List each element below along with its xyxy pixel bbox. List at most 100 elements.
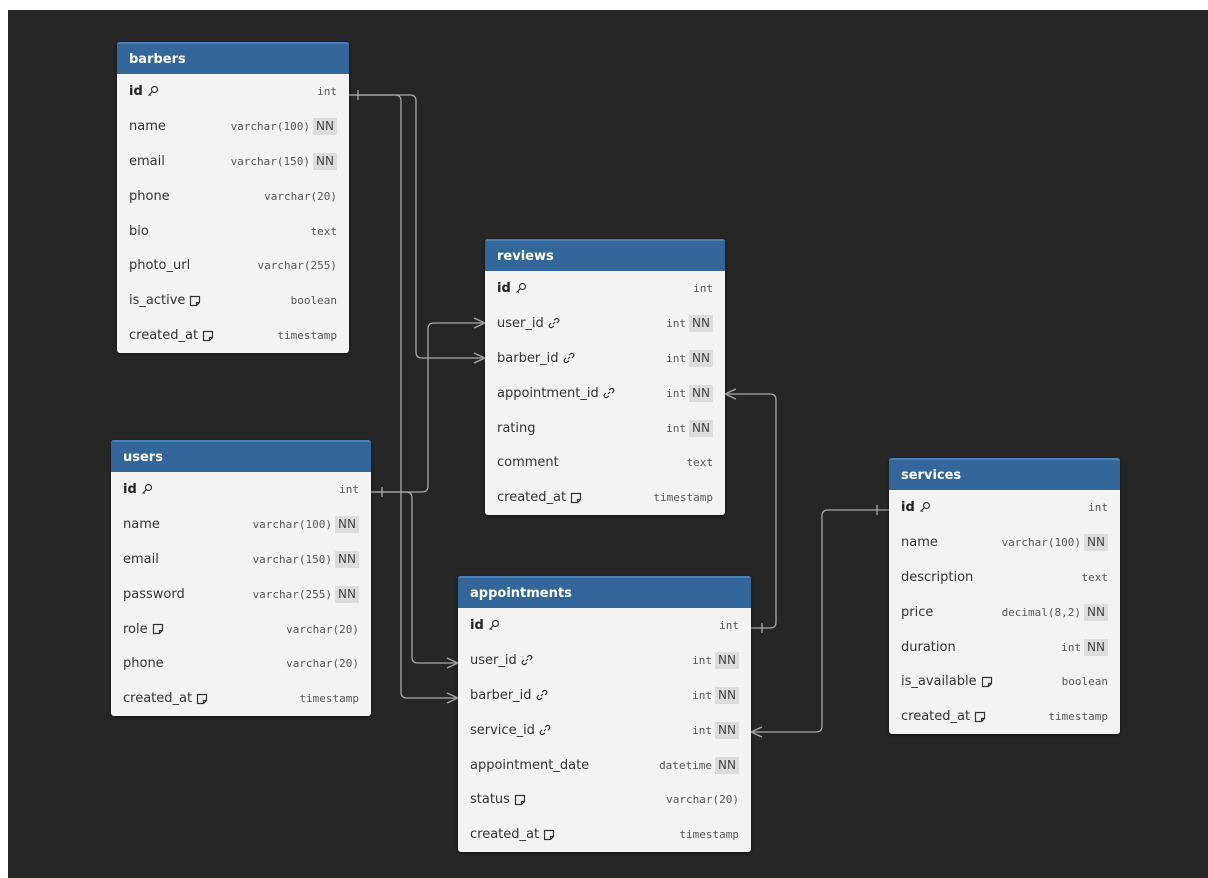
column-row-services-is_available[interactable]: is_available boolean bbox=[889, 664, 1120, 699]
not-null-badge: NN bbox=[1084, 638, 1108, 656]
link-icon bbox=[521, 654, 533, 666]
table-appointments[interactable]: appointments id int user_id int NN barber_id in… bbox=[458, 576, 751, 853]
column-type: varchar(20) bbox=[264, 189, 337, 203]
column-row-barbers-bio[interactable]: bio text bbox=[117, 214, 349, 249]
column-row-appointments-service_id[interactable]: service_id int NN bbox=[458, 713, 751, 748]
column-row-appointments-barber_id[interactable]: barber_id int NN bbox=[458, 678, 751, 713]
table-header-appointments[interactable]: appointments bbox=[458, 576, 751, 608]
table-header-services[interactable]: services bbox=[889, 458, 1120, 490]
column-name-group: is_available bbox=[901, 674, 993, 689]
rel-users-reviews-line bbox=[371, 322, 485, 493]
column-type: varchar(255) bbox=[252, 587, 333, 601]
column-name: id bbox=[129, 83, 143, 99]
column-name-group: bio bbox=[129, 224, 149, 239]
column-name: created_at bbox=[129, 328, 199, 344]
table-services[interactable]: services id int name varchar(100) NN descripti… bbox=[889, 458, 1120, 735]
column-name: is_available bbox=[901, 674, 977, 690]
column-name-group: status bbox=[470, 792, 526, 807]
column-row-appointments-status[interactable]: status varchar(20) bbox=[458, 782, 751, 817]
not-null-badge: NN bbox=[313, 152, 337, 170]
rel-users-appointments[interactable] bbox=[371, 491, 460, 669]
column-name: appointment_id bbox=[497, 385, 599, 401]
column-row-barbers-name[interactable]: name varchar(100) NN bbox=[117, 109, 349, 144]
column-name: status bbox=[470, 792, 510, 808]
column-name-group: created_at bbox=[129, 328, 214, 343]
column-row-barbers-phone[interactable]: phone varchar(20) bbox=[117, 179, 349, 214]
column-row-users-email[interactable]: email varchar(150) NN bbox=[111, 542, 371, 577]
column-name-group: phone bbox=[129, 189, 170, 204]
column-name-group: phone bbox=[123, 656, 164, 671]
column-name: appointment_date bbox=[470, 757, 590, 773]
column-row-appointments-created_at[interactable]: created_at timestamp bbox=[458, 817, 751, 852]
column-name: service_id bbox=[470, 722, 535, 738]
column-row-users-name[interactable]: name varchar(100) NN bbox=[111, 507, 371, 542]
table-header-barbers[interactable]: barbers bbox=[117, 42, 349, 74]
link-icon bbox=[539, 724, 551, 736]
column-row-barbers-is_active[interactable]: is_active boolean bbox=[117, 283, 349, 318]
column-row-appointments-user_id[interactable]: user_id int NN bbox=[458, 643, 751, 678]
column-row-services-name[interactable]: name varchar(100) NN bbox=[889, 525, 1120, 560]
column-name: name bbox=[901, 534, 938, 550]
column-row-barbers-created_at[interactable]: created_at timestamp bbox=[117, 318, 349, 353]
table-header-users[interactable]: users bbox=[111, 440, 371, 472]
column-row-appointments-id[interactable]: id int bbox=[458, 608, 751, 643]
not-null-badge: NN bbox=[1084, 533, 1108, 551]
column-name: created_at bbox=[901, 709, 971, 725]
table-reviews[interactable]: reviews id int user_id int NN barber_id int NN ap… bbox=[485, 239, 725, 516]
column-name: id bbox=[901, 499, 915, 515]
column-row-reviews-rating[interactable]: rating int NN bbox=[485, 411, 725, 446]
column-row-barbers-photo_url[interactable]: photo_url varchar(255) bbox=[117, 248, 349, 283]
rel-barbers-reviews[interactable] bbox=[340, 90, 487, 364]
column-row-barbers-id[interactable]: id int bbox=[117, 74, 349, 109]
column-type: varchar(20) bbox=[286, 657, 359, 671]
table-barbers[interactable]: barbers id int name varchar(100) NN email varch… bbox=[117, 42, 349, 354]
column-name-group: appointment_id bbox=[497, 386, 615, 401]
column-type: int bbox=[339, 482, 359, 496]
column-row-users-id[interactable]: id int bbox=[111, 472, 371, 507]
rel-services-appointments-line bbox=[751, 509, 889, 733]
column-row-reviews-comment[interactable]: comment text bbox=[485, 445, 725, 480]
key-icon bbox=[141, 483, 153, 495]
column-row-reviews-created_at[interactable]: created_at timestamp bbox=[485, 480, 725, 515]
diagram-canvas[interactable]: barbers id int name varchar(100) NN email varch… bbox=[8, 10, 1208, 878]
link-icon bbox=[563, 352, 575, 364]
column-row-reviews-barber_id[interactable]: barber_id int NN bbox=[485, 341, 725, 376]
link-icon bbox=[603, 387, 615, 399]
column-type: text bbox=[310, 224, 338, 238]
column-row-barbers-email[interactable]: email varchar(150) NN bbox=[117, 144, 349, 179]
column-row-services-price[interactable]: price decimal(8,2) NN bbox=[889, 595, 1120, 630]
column-row-services-id[interactable]: id int bbox=[889, 490, 1120, 525]
column-name-group: id bbox=[470, 618, 500, 633]
not-null-badge: NN bbox=[689, 384, 713, 402]
column-row-appointments-appointment_date[interactable]: appointment_date datetime NN bbox=[458, 748, 751, 783]
table-users[interactable]: users id int name varchar(100) NN email varchar… bbox=[111, 440, 371, 717]
column-row-users-phone[interactable]: phone varchar(20) bbox=[111, 646, 371, 681]
column-row-users-role[interactable]: role varchar(20) bbox=[111, 612, 371, 647]
column-row-users-created_at[interactable]: created_at timestamp bbox=[111, 681, 371, 716]
column-name: comment bbox=[497, 455, 559, 471]
column-name-group: comment bbox=[497, 455, 559, 470]
column-type: timestamp bbox=[299, 692, 359, 706]
table-header-reviews[interactable]: reviews bbox=[485, 239, 725, 271]
column-row-reviews-user_id[interactable]: user_id int NN bbox=[485, 306, 725, 341]
link-icon bbox=[548, 317, 560, 329]
column-name: email bbox=[129, 153, 165, 169]
column-row-services-duration[interactable]: duration int NN bbox=[889, 630, 1120, 665]
column-name: description bbox=[901, 569, 974, 585]
column-type: int bbox=[666, 386, 687, 400]
rel-services-appointments[interactable] bbox=[749, 505, 889, 738]
column-type: timestamp bbox=[679, 828, 739, 842]
not-null-badge: NN bbox=[1084, 603, 1108, 621]
column-type: text bbox=[1081, 570, 1109, 584]
column-type: varchar(100) bbox=[252, 517, 333, 531]
column-type: timestamp bbox=[277, 329, 337, 343]
column-name-group: id bbox=[901, 500, 931, 515]
column-row-services-created_at[interactable]: created_at timestamp bbox=[889, 699, 1120, 734]
column-row-reviews-id[interactable]: id int bbox=[485, 271, 725, 306]
rel-users-reviews[interactable] bbox=[371, 317, 487, 497]
column-row-services-description[interactable]: description text bbox=[889, 560, 1120, 595]
column-row-users-password[interactable]: password varchar(255) NN bbox=[111, 577, 371, 612]
column-name-group: id bbox=[129, 84, 159, 99]
column-name-group: created_at bbox=[470, 827, 555, 842]
column-row-reviews-appointment_id[interactable]: appointment_id int NN bbox=[485, 376, 725, 411]
